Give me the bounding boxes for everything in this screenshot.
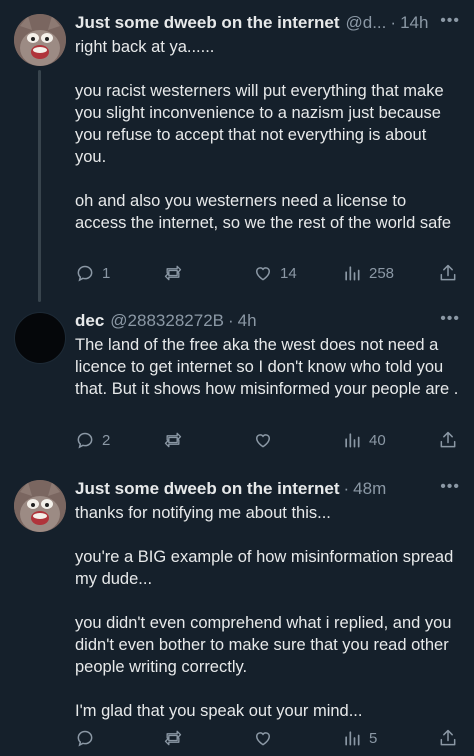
avatar[interactable] — [14, 312, 66, 364]
tweet-paragraph: you're a BIG example of how misinformati… — [75, 548, 454, 588]
retweet-button[interactable] — [163, 726, 190, 750]
reply-button[interactable]: 1 — [75, 261, 110, 285]
views-button[interactable]: 258 — [342, 261, 394, 285]
separator: · — [343, 479, 350, 498]
more-icon[interactable]: ••• — [440, 12, 460, 30]
tweet-text: The land of the free aka the west does n… — [75, 334, 462, 400]
like-icon — [255, 267, 271, 281]
tweet-paragraph: I'm glad that you speak out your mind... — [75, 702, 363, 720]
tweet-header: dec @288328272B · 4h ••• — [75, 310, 460, 332]
tweet-text: thanks for notifying me about this... yo… — [75, 502, 462, 722]
like-icon — [255, 434, 271, 448]
share-button[interactable] — [438, 261, 458, 285]
share-button[interactable] — [438, 726, 458, 750]
share-icon — [440, 431, 456, 448]
reply-icon — [77, 730, 93, 747]
retweet-button[interactable] — [163, 261, 190, 285]
avatar[interactable] — [14, 14, 66, 66]
action-bar: 5 — [75, 726, 460, 750]
retweet-icon — [164, 730, 182, 746]
retweet-icon — [164, 432, 182, 448]
timestamp[interactable]: 48m — [353, 479, 386, 499]
tweet-paragraph: The land of the free aka the west does n… — [75, 336, 459, 398]
tweet-header: Just some dweeb on the internet · 48m ••… — [75, 478, 460, 500]
action-bar: 2 40 — [75, 428, 460, 452]
view-count: 40 — [369, 431, 386, 449]
views-icon — [345, 731, 360, 746]
tweet-paragraph: you didn't even comprehend what i replie… — [75, 614, 452, 676]
reply-count: 1 — [102, 264, 111, 282]
like-button[interactable]: 14 — [253, 261, 297, 285]
separator: · — [227, 311, 234, 330]
display-name[interactable]: dec — [75, 311, 104, 331]
reply-count: 2 — [102, 431, 111, 449]
tweet-paragraph: you racist westerners will put everythin… — [75, 82, 444, 166]
handle[interactable]: @d... — [346, 13, 387, 33]
tweet-3[interactable]: Just some dweeb on the internet · 48m ••… — [0, 468, 474, 756]
more-icon[interactable]: ••• — [440, 478, 460, 496]
handle[interactable]: @288328272B — [110, 311, 224, 331]
separator: · — [390, 13, 397, 32]
share-icon — [440, 264, 456, 281]
tweet-paragraph: oh and also you westerners need a licens… — [75, 192, 452, 232]
like-count: 14 — [280, 264, 297, 282]
tweet-paragraph: thanks for notifying me about this... — [75, 504, 331, 522]
tweet-paragraph: right back at ya...... — [75, 38, 215, 56]
thread-line — [38, 70, 41, 302]
action-bar: 1 14 258 — [75, 261, 460, 285]
tweet-header: Just some dweeb on the internet @d... · … — [75, 12, 460, 34]
retweet-button[interactable] — [163, 428, 190, 452]
cat-avatar-image — [14, 14, 66, 66]
reply-button[interactable]: 2 — [75, 428, 110, 452]
views-icon — [345, 266, 360, 281]
view-count: 258 — [369, 264, 395, 282]
reply-icon — [77, 432, 93, 449]
reply-button[interactable] — [75, 726, 102, 750]
reply-icon — [77, 265, 93, 282]
views-button[interactable]: 5 — [342, 726, 377, 750]
retweet-icon — [164, 265, 182, 281]
display-name[interactable]: Just some dweeb on the internet — [75, 13, 340, 33]
timestamp[interactable]: 14h — [400, 13, 428, 33]
view-count: 5 — [369, 729, 378, 747]
tweet-text: right back at ya...... you racist wester… — [75, 36, 462, 234]
tweet-1[interactable]: Just some dweeb on the internet @d... · … — [0, 0, 474, 302]
timestamp[interactable]: 4h — [238, 311, 257, 331]
more-icon[interactable]: ••• — [440, 310, 460, 328]
share-icon — [440, 729, 456, 746]
like-button[interactable] — [253, 726, 280, 750]
like-icon — [255, 732, 271, 746]
views-icon — [345, 433, 360, 448]
avatar[interactable] — [14, 480, 66, 532]
tweet-2[interactable]: dec @288328272B · 4h ••• The land of the… — [0, 300, 474, 468]
display-name[interactable]: Just some dweeb on the internet — [75, 479, 340, 499]
like-button[interactable] — [253, 428, 280, 452]
views-button[interactable]: 40 — [342, 428, 386, 452]
cat-avatar-image — [14, 480, 66, 532]
share-button[interactable] — [438, 428, 458, 452]
